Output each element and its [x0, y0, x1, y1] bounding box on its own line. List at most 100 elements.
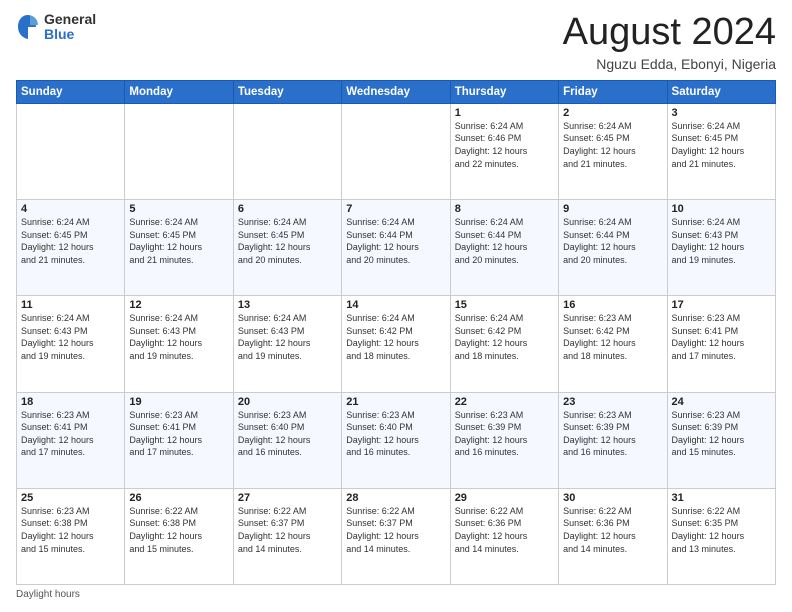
day-number: 16	[563, 299, 662, 311]
day-info: Sunrise: 6:24 AM Sunset: 6:43 PM Dayligh…	[129, 312, 228, 362]
daylight-note: Daylight hours	[16, 589, 80, 600]
day-number: 7	[346, 203, 445, 215]
location: Nguzu Edda, Ebonyi, Nigeria	[563, 56, 776, 72]
day-info: Sunrise: 6:22 AM Sunset: 6:36 PM Dayligh…	[563, 505, 662, 555]
header: General Blue August 2024 Nguzu Edda, Ebo…	[16, 12, 776, 72]
day-number: 27	[238, 492, 337, 504]
day-number: 21	[346, 396, 445, 408]
calendar-cell: 2Sunrise: 6:24 AM Sunset: 6:45 PM Daylig…	[559, 103, 667, 199]
calendar-week-row: 1Sunrise: 6:24 AM Sunset: 6:46 PM Daylig…	[17, 103, 776, 199]
day-info: Sunrise: 6:23 AM Sunset: 6:42 PM Dayligh…	[563, 312, 662, 362]
calendar-cell: 25Sunrise: 6:23 AM Sunset: 6:38 PM Dayli…	[17, 488, 125, 584]
title-section: August 2024 Nguzu Edda, Ebonyi, Nigeria	[563, 12, 776, 72]
calendar-cell: 8Sunrise: 6:24 AM Sunset: 6:44 PM Daylig…	[450, 200, 558, 296]
day-info: Sunrise: 6:24 AM Sunset: 6:42 PM Dayligh…	[455, 312, 554, 362]
day-number: 20	[238, 396, 337, 408]
day-info: Sunrise: 6:24 AM Sunset: 6:45 PM Dayligh…	[672, 120, 771, 170]
calendar-cell: 18Sunrise: 6:23 AM Sunset: 6:41 PM Dayli…	[17, 392, 125, 488]
day-info: Sunrise: 6:22 AM Sunset: 6:37 PM Dayligh…	[346, 505, 445, 555]
day-info: Sunrise: 6:24 AM Sunset: 6:44 PM Dayligh…	[563, 216, 662, 266]
calendar-cell: 31Sunrise: 6:22 AM Sunset: 6:35 PM Dayli…	[667, 488, 775, 584]
calendar-table: SundayMondayTuesdayWednesdayThursdayFrid…	[16, 80, 776, 585]
calendar-cell: 20Sunrise: 6:23 AM Sunset: 6:40 PM Dayli…	[233, 392, 341, 488]
calendar-cell: 17Sunrise: 6:23 AM Sunset: 6:41 PM Dayli…	[667, 296, 775, 392]
weekday-header: Friday	[559, 80, 667, 103]
calendar-cell	[342, 103, 450, 199]
day-number: 14	[346, 299, 445, 311]
day-number: 19	[129, 396, 228, 408]
day-number: 12	[129, 299, 228, 311]
day-number: 13	[238, 299, 337, 311]
calendar-cell: 22Sunrise: 6:23 AM Sunset: 6:39 PM Dayli…	[450, 392, 558, 488]
day-info: Sunrise: 6:23 AM Sunset: 6:39 PM Dayligh…	[455, 409, 554, 459]
calendar-cell	[125, 103, 233, 199]
weekday-header: Tuesday	[233, 80, 341, 103]
day-number: 22	[455, 396, 554, 408]
day-info: Sunrise: 6:24 AM Sunset: 6:44 PM Dayligh…	[455, 216, 554, 266]
day-info: Sunrise: 6:23 AM Sunset: 6:41 PM Dayligh…	[672, 312, 771, 362]
calendar-cell	[17, 103, 125, 199]
day-info: Sunrise: 6:23 AM Sunset: 6:41 PM Dayligh…	[21, 409, 120, 459]
calendar-cell: 14Sunrise: 6:24 AM Sunset: 6:42 PM Dayli…	[342, 296, 450, 392]
calendar-cell: 1Sunrise: 6:24 AM Sunset: 6:46 PM Daylig…	[450, 103, 558, 199]
day-info: Sunrise: 6:23 AM Sunset: 6:40 PM Dayligh…	[238, 409, 337, 459]
calendar-header-row: SundayMondayTuesdayWednesdayThursdayFrid…	[17, 80, 776, 103]
day-number: 9	[563, 203, 662, 215]
day-number: 28	[346, 492, 445, 504]
calendar-cell: 13Sunrise: 6:24 AM Sunset: 6:43 PM Dayli…	[233, 296, 341, 392]
day-number: 1	[455, 107, 554, 119]
calendar-cell: 19Sunrise: 6:23 AM Sunset: 6:41 PM Dayli…	[125, 392, 233, 488]
weekday-header: Thursday	[450, 80, 558, 103]
calendar-week-row: 18Sunrise: 6:23 AM Sunset: 6:41 PM Dayli…	[17, 392, 776, 488]
day-number: 31	[672, 492, 771, 504]
day-number: 15	[455, 299, 554, 311]
logo: General Blue	[16, 12, 96, 43]
day-info: Sunrise: 6:22 AM Sunset: 6:36 PM Dayligh…	[455, 505, 554, 555]
day-number: 6	[238, 203, 337, 215]
day-info: Sunrise: 6:24 AM Sunset: 6:42 PM Dayligh…	[346, 312, 445, 362]
day-info: Sunrise: 6:23 AM Sunset: 6:38 PM Dayligh…	[21, 505, 120, 555]
calendar-cell: 24Sunrise: 6:23 AM Sunset: 6:39 PM Dayli…	[667, 392, 775, 488]
logo-icon	[16, 13, 40, 41]
calendar-cell: 6Sunrise: 6:24 AM Sunset: 6:45 PM Daylig…	[233, 200, 341, 296]
day-info: Sunrise: 6:24 AM Sunset: 6:45 PM Dayligh…	[238, 216, 337, 266]
month-title: August 2024	[563, 12, 776, 54]
day-number: 23	[563, 396, 662, 408]
day-info: Sunrise: 6:24 AM Sunset: 6:46 PM Dayligh…	[455, 120, 554, 170]
day-info: Sunrise: 6:23 AM Sunset: 6:39 PM Dayligh…	[672, 409, 771, 459]
calendar-cell: 26Sunrise: 6:22 AM Sunset: 6:38 PM Dayli…	[125, 488, 233, 584]
logo-text: General Blue	[44, 12, 96, 43]
day-number: 2	[563, 107, 662, 119]
day-number: 4	[21, 203, 120, 215]
calendar-cell: 4Sunrise: 6:24 AM Sunset: 6:45 PM Daylig…	[17, 200, 125, 296]
day-number: 11	[21, 299, 120, 311]
calendar-week-row: 4Sunrise: 6:24 AM Sunset: 6:45 PM Daylig…	[17, 200, 776, 296]
day-number: 8	[455, 203, 554, 215]
calendar-cell: 23Sunrise: 6:23 AM Sunset: 6:39 PM Dayli…	[559, 392, 667, 488]
day-info: Sunrise: 6:24 AM Sunset: 6:45 PM Dayligh…	[563, 120, 662, 170]
day-number: 29	[455, 492, 554, 504]
calendar-cell: 10Sunrise: 6:24 AM Sunset: 6:43 PM Dayli…	[667, 200, 775, 296]
calendar-cell	[233, 103, 341, 199]
calendar-cell: 21Sunrise: 6:23 AM Sunset: 6:40 PM Dayli…	[342, 392, 450, 488]
day-info: Sunrise: 6:24 AM Sunset: 6:45 PM Dayligh…	[21, 216, 120, 266]
calendar-week-row: 25Sunrise: 6:23 AM Sunset: 6:38 PM Dayli…	[17, 488, 776, 584]
day-info: Sunrise: 6:24 AM Sunset: 6:43 PM Dayligh…	[21, 312, 120, 362]
calendar-cell: 16Sunrise: 6:23 AM Sunset: 6:42 PM Dayli…	[559, 296, 667, 392]
day-number: 18	[21, 396, 120, 408]
calendar-cell: 5Sunrise: 6:24 AM Sunset: 6:45 PM Daylig…	[125, 200, 233, 296]
day-number: 3	[672, 107, 771, 119]
day-info: Sunrise: 6:24 AM Sunset: 6:44 PM Dayligh…	[346, 216, 445, 266]
day-number: 26	[129, 492, 228, 504]
calendar-cell: 9Sunrise: 6:24 AM Sunset: 6:44 PM Daylig…	[559, 200, 667, 296]
day-number: 17	[672, 299, 771, 311]
calendar-cell: 7Sunrise: 6:24 AM Sunset: 6:44 PM Daylig…	[342, 200, 450, 296]
day-number: 25	[21, 492, 120, 504]
weekday-header: Sunday	[17, 80, 125, 103]
weekday-header: Saturday	[667, 80, 775, 103]
day-number: 5	[129, 203, 228, 215]
day-number: 10	[672, 203, 771, 215]
calendar-cell: 3Sunrise: 6:24 AM Sunset: 6:45 PM Daylig…	[667, 103, 775, 199]
day-info: Sunrise: 6:23 AM Sunset: 6:39 PM Dayligh…	[563, 409, 662, 459]
logo-general-text: General	[44, 12, 96, 27]
